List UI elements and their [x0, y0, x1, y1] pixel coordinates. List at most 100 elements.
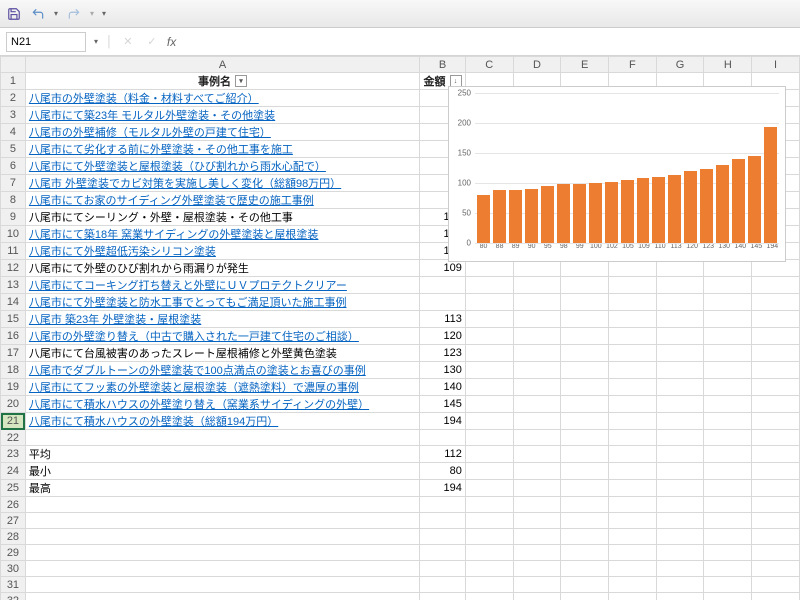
- row-header[interactable]: 19: [1, 379, 26, 396]
- cell-A10[interactable]: 八尾市にて築18年 窯業サイディングの外壁塗装と屋根塗装: [25, 226, 419, 243]
- cell-empty[interactable]: [513, 345, 561, 362]
- case-link[interactable]: 八尾市にて外壁超低汚染シリコン塗装: [29, 246, 216, 258]
- cell-empty[interactable]: [704, 328, 752, 345]
- cell-empty[interactable]: [704, 379, 752, 396]
- row-header[interactable]: 28: [1, 529, 26, 545]
- undo-icon[interactable]: [30, 6, 46, 22]
- case-link[interactable]: 八尾市にてフッ素の外壁塗装と屋根塗装（遮熱塗料）で濃厚の事例: [29, 382, 359, 394]
- cell-empty[interactable]: [704, 260, 752, 277]
- cell-empty[interactable]: [752, 277, 800, 294]
- cell-A27[interactable]: [25, 513, 419, 529]
- cell-empty[interactable]: [609, 277, 657, 294]
- cell-empty[interactable]: [513, 513, 561, 529]
- cell-empty[interactable]: [656, 362, 704, 379]
- cell-empty[interactable]: [704, 529, 752, 545]
- cell-empty[interactable]: [752, 345, 800, 362]
- cell-A14[interactable]: 八尾市にて外壁塗装と防水工事でとってもご満足頂いた施工事例: [25, 294, 419, 311]
- cell-empty[interactable]: [561, 545, 609, 561]
- cell-empty[interactable]: [704, 463, 752, 480]
- name-box-dropdown-icon[interactable]: ▾: [92, 37, 100, 46]
- cell-empty[interactable]: [513, 463, 561, 480]
- column-header-I[interactable]: I: [752, 57, 800, 73]
- case-link[interactable]: 八尾市にて劣化する前に外壁塗装・その他工事を施工: [29, 144, 293, 156]
- cell-empty[interactable]: [513, 430, 561, 446]
- row-header[interactable]: 9: [1, 209, 26, 226]
- cancel-icon[interactable]: ✕: [119, 33, 137, 51]
- cell-A23[interactable]: 平均: [25, 446, 419, 463]
- cell-empty[interactable]: [752, 561, 800, 577]
- row-header[interactable]: 17: [1, 345, 26, 362]
- cell-empty[interactable]: [656, 345, 704, 362]
- cell-empty[interactable]: [513, 529, 561, 545]
- case-link[interactable]: 八尾市にて築23年 モルタル外壁塗装・その他塗装: [29, 110, 275, 122]
- cell-empty[interactable]: [561, 593, 609, 600]
- cell-empty[interactable]: [704, 561, 752, 577]
- save-icon[interactable]: [6, 6, 22, 22]
- cell-empty[interactable]: [609, 311, 657, 328]
- cell-empty[interactable]: [752, 413, 800, 430]
- cell-empty[interactable]: [704, 345, 752, 362]
- column-header-G[interactable]: G: [656, 57, 704, 73]
- row-header[interactable]: 20: [1, 396, 26, 413]
- cell-B28[interactable]: [420, 529, 466, 545]
- cell-A9[interactable]: 八尾市にてシーリング・外壁・屋根塗装・その他工事: [25, 209, 419, 226]
- cell-empty[interactable]: [656, 396, 704, 413]
- cell-B23[interactable]: 112: [420, 446, 466, 463]
- cell-empty[interactable]: [752, 260, 800, 277]
- column-header-A[interactable]: A: [25, 57, 419, 73]
- cell-empty[interactable]: [704, 277, 752, 294]
- cell-empty[interactable]: [465, 430, 513, 446]
- cell-empty[interactable]: [656, 480, 704, 497]
- cell-empty[interactable]: [465, 311, 513, 328]
- cell-empty[interactable]: [752, 577, 800, 593]
- cell-empty[interactable]: [561, 446, 609, 463]
- cell-empty[interactable]: [465, 463, 513, 480]
- cell-empty[interactable]: [561, 480, 609, 497]
- cell-B26[interactable]: [420, 497, 466, 513]
- row-header[interactable]: 29: [1, 545, 26, 561]
- row-header[interactable]: 30: [1, 561, 26, 577]
- cell-empty[interactable]: [513, 379, 561, 396]
- case-link[interactable]: 八尾市でダブルトーンの外壁塗装で100点満点の塗装とお喜びの事例: [29, 365, 366, 377]
- cell-empty[interactable]: [656, 545, 704, 561]
- cell-empty[interactable]: [609, 396, 657, 413]
- cell-empty[interactable]: [465, 593, 513, 600]
- cell-empty[interactable]: [561, 311, 609, 328]
- cell-empty[interactable]: [656, 260, 704, 277]
- row-header[interactable]: 6: [1, 158, 26, 175]
- cell-empty[interactable]: [656, 577, 704, 593]
- cell-empty[interactable]: [752, 480, 800, 497]
- cell-B22[interactable]: [420, 430, 466, 446]
- cell-empty[interactable]: [561, 413, 609, 430]
- case-link[interactable]: 八尾市の外壁塗装（料金・材料すべてご紹介）: [29, 93, 259, 105]
- cell-A20[interactable]: 八尾市にて積水ハウスの外壁塗り替え（窯業系サイディングの外壁）: [25, 396, 419, 413]
- cell-empty[interactable]: [561, 561, 609, 577]
- row-header[interactable]: 23: [1, 446, 26, 463]
- cell-B27[interactable]: [420, 513, 466, 529]
- cell-empty[interactable]: [752, 497, 800, 513]
- case-link[interactable]: 八尾市にて築18年 窯業サイディングの外壁塗装と屋根塗装: [29, 229, 319, 241]
- cell-empty[interactable]: [465, 577, 513, 593]
- cell-B25[interactable]: 194: [420, 480, 466, 497]
- cell-empty[interactable]: [465, 294, 513, 311]
- cell-empty[interactable]: [561, 345, 609, 362]
- cell-A28[interactable]: [25, 529, 419, 545]
- cell-A2[interactable]: 八尾市の外壁塗装（料金・材料すべてご紹介）: [25, 90, 419, 107]
- case-link[interactable]: 八尾市にてコーキング打ち替えと外壁にＵＶプロテクトクリアー: [29, 280, 347, 292]
- cell-empty[interactable]: [561, 260, 609, 277]
- column-header-B[interactable]: B: [420, 57, 466, 73]
- cell-empty[interactable]: [656, 430, 704, 446]
- cell-A25[interactable]: 最高: [25, 480, 419, 497]
- cell-empty[interactable]: [465, 328, 513, 345]
- cell-empty[interactable]: [513, 294, 561, 311]
- cell-empty[interactable]: [704, 577, 752, 593]
- cell-empty[interactable]: [656, 497, 704, 513]
- filter-icon[interactable]: ▾: [235, 75, 247, 87]
- cell-empty[interactable]: [752, 513, 800, 529]
- cell-empty[interactable]: [561, 396, 609, 413]
- cell-empty[interactable]: [561, 529, 609, 545]
- cell-B17[interactable]: 123: [420, 345, 466, 362]
- cell-empty[interactable]: [704, 362, 752, 379]
- row-header[interactable]: 15: [1, 311, 26, 328]
- cell-empty[interactable]: [513, 561, 561, 577]
